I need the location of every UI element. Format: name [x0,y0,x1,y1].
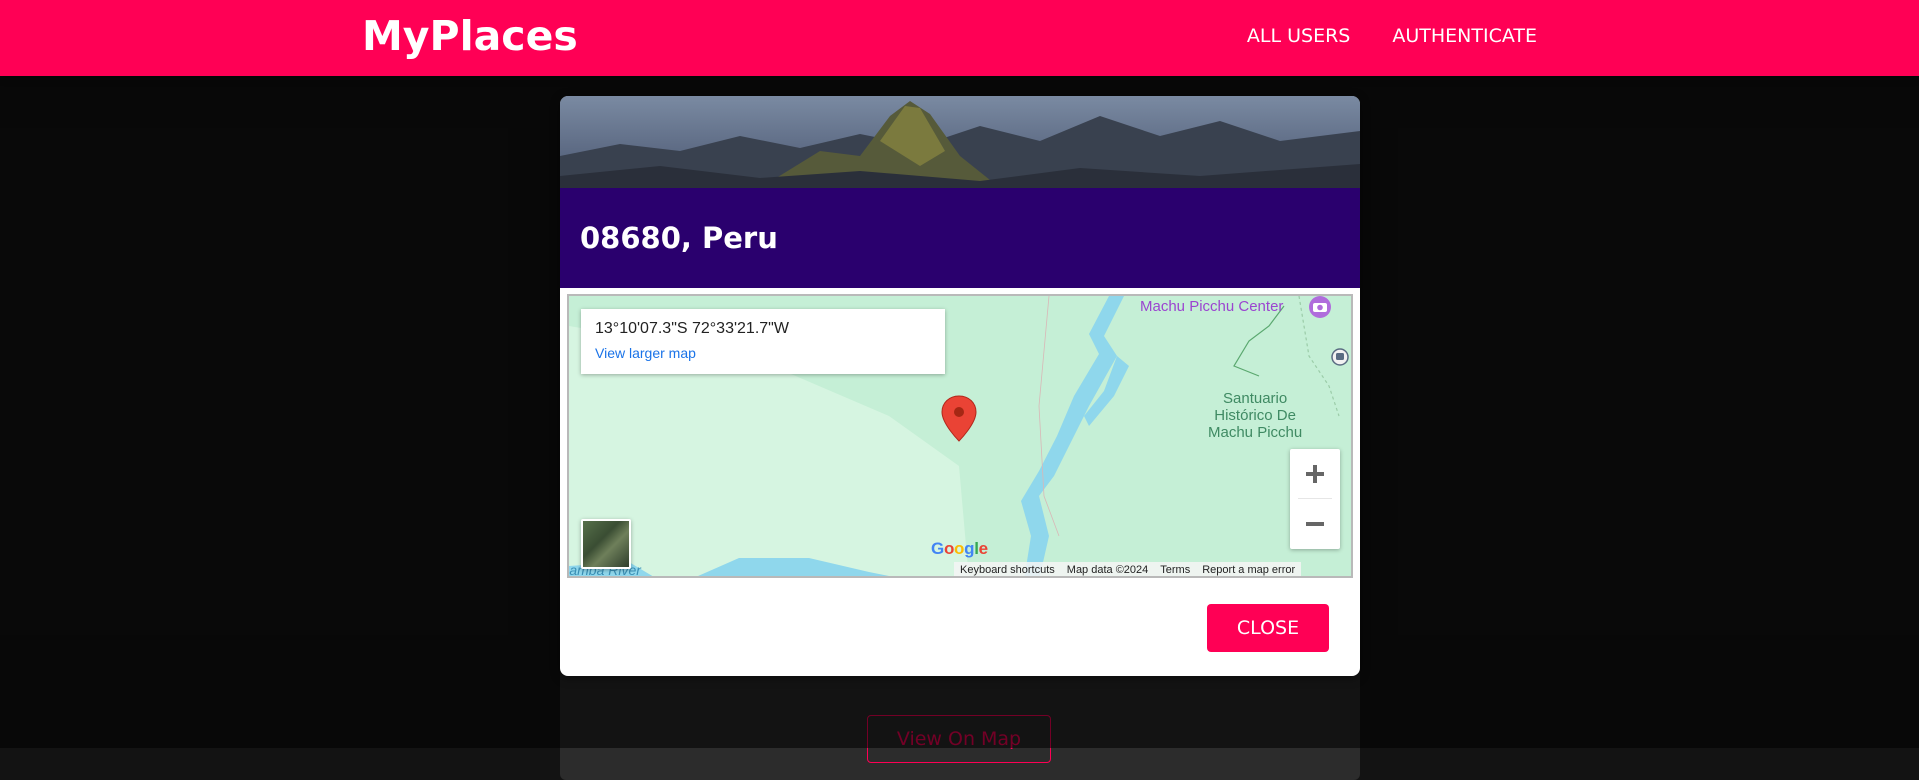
transit-icon[interactable] [1331,348,1349,366]
place-hero-image [560,96,1360,188]
poi-sanctuary[interactable]: Santuario Histórico De Machu Picchu [1208,390,1302,441]
close-button[interactable]: CLOSE [1207,604,1329,652]
zoom-out-button[interactable] [1290,499,1340,549]
zoom-in-button[interactable] [1290,449,1340,499]
main-header: MyPlaces ALL USERS AUTHENTICATE [0,0,1919,76]
nav-authenticate[interactable]: AUTHENTICATE [1392,23,1537,49]
map-embed[interactable]: Machu Picchu Center Santuario Histórico … [567,294,1353,578]
poi-machu-picchu-center[interactable]: Machu Picchu Center [1140,298,1283,315]
terms-link[interactable]: Terms [1154,562,1196,576]
poi-sanctuary-line1: Santuario [1223,390,1288,407]
map-info-box: 13°10'07.3"S 72°33'21.7"W View larger ma… [581,309,945,374]
view-larger-map-link[interactable]: View larger map [595,345,696,361]
map-modal: 08680, Peru Machu Picchu Center Santuari… [560,96,1360,676]
map-data-text: Map data ©2024 [1066,564,1149,576]
plus-icon [1306,465,1324,483]
nav-all-users[interactable]: ALL USERS [1247,23,1350,49]
report-map-error-link[interactable]: Report a map error [1196,562,1301,576]
poi-sanctuary-line3: Machu Picchu [1208,424,1303,441]
modal-title: 08680, Peru [580,221,778,255]
google-logo: Google [931,539,988,558]
zoom-controls [1290,449,1340,549]
keyboard-shortcuts-link[interactable]: Keyboard shortcuts [954,562,1061,576]
camera-icon[interactable] [1309,296,1331,318]
map-attribution-bar: Keyboard shortcuts Map data ©2024 Terms … [954,562,1302,576]
minus-icon [1306,522,1324,526]
modal-footer: CLOSE [560,578,1360,676]
main-nav: ALL USERS AUTHENTICATE [1247,23,1537,49]
poi-sanctuary-line2: Histórico De [1214,407,1296,424]
brand-logo-link[interactable]: MyPlaces [362,10,578,62]
satellite-toggle-button[interactable] [581,519,631,569]
modal-header: 08680, Peru [560,188,1360,288]
coordinates-text: 13°10'07.3"S 72°33'21.7"W [595,320,789,337]
